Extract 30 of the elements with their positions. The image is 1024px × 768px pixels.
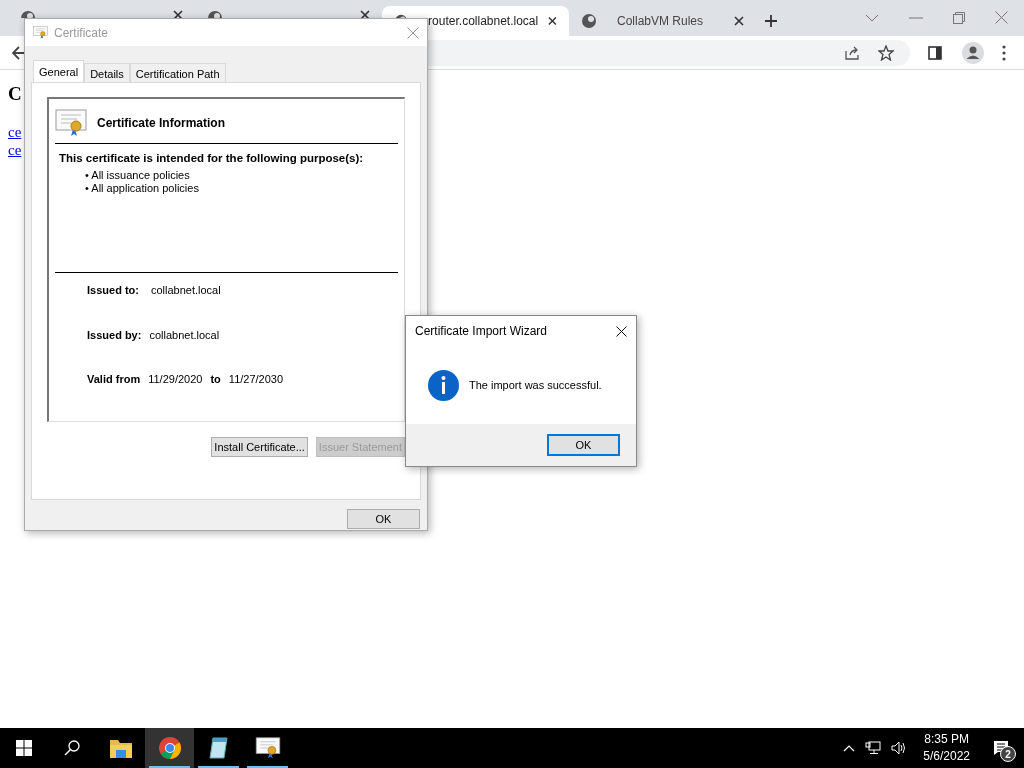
dialog-tab[interactable]: Certification Path (129, 63, 226, 82)
field-value: collabnet.local (149, 327, 220, 343)
tab-title: router.collabnet.local (428, 14, 539, 28)
field-label: Valid from (87, 372, 141, 388)
field-label: Issued by: (87, 327, 142, 343)
ok-button[interactable]: OK (547, 434, 620, 456)
purpose-item: • All issuance policies (85, 169, 191, 183)
clock-date: 5/6/2022 (923, 748, 970, 765)
window-title: Certificate Import Wizard (415, 323, 549, 340)
field-value: 11/27/2030 (228, 372, 284, 388)
field-value: collabnet.local (150, 283, 221, 299)
field-value: 11/29/2020 (148, 372, 203, 388)
purpose-item: • All application policies (85, 182, 200, 196)
field-label: Issued to: (87, 283, 139, 299)
page-link[interactable]: ce (8, 140, 22, 159)
info-title: Certificate Information (97, 115, 225, 132)
page-heading: C (8, 82, 22, 106)
browser-tab[interactable]: CollabVM Rules (569, 6, 756, 36)
message-text: The import was successful. (469, 377, 602, 393)
dialog-button[interactable]: Install Certificate... (211, 437, 308, 457)
page-link[interactable]: ce (8, 122, 22, 141)
notification-count: 2 (1000, 746, 1016, 762)
tab-title: CollabVM Rules (617, 14, 704, 28)
purpose-heading: This certificate is intended for the following purpose(s): (59, 151, 365, 166)
ok-button[interactable]: OK (347, 509, 420, 529)
dialog-tab[interactable]: General (33, 60, 85, 82)
clock-time: 8:35 PM (924, 731, 969, 748)
window-title: Certificate (54, 24, 110, 42)
dialog-tab[interactable]: Details (84, 63, 130, 82)
field-label: to (210, 372, 221, 388)
